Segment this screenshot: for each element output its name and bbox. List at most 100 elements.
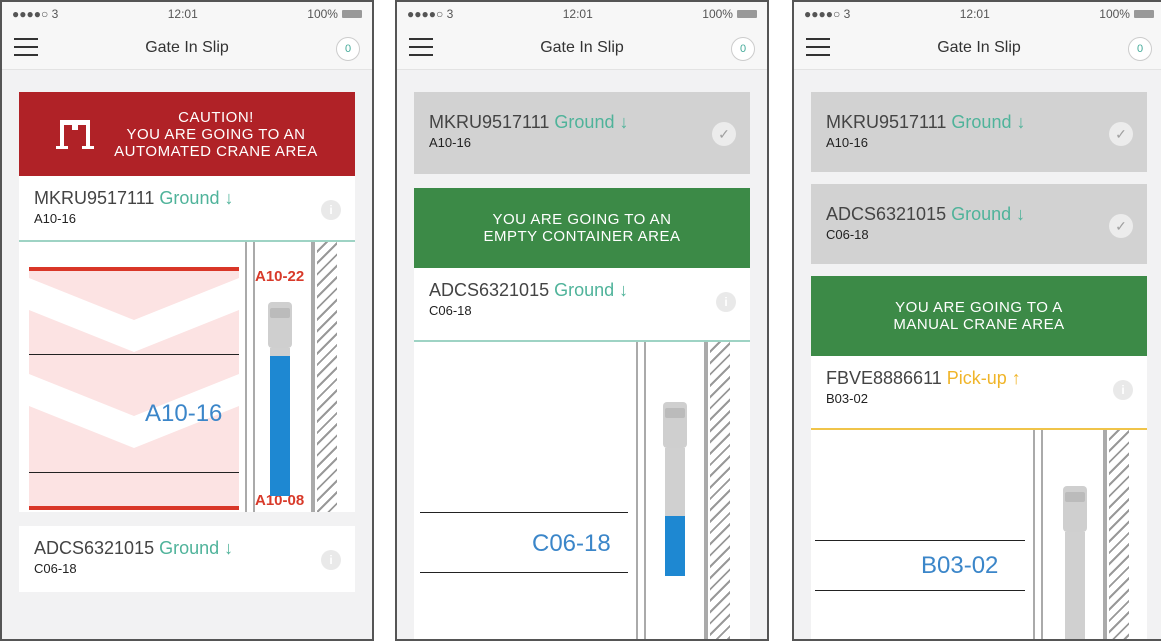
page-title: Gate In Slip xyxy=(145,38,229,56)
job-card-active[interactable]: MKRU9517111 Ground ↓ A10-16 i xyxy=(19,176,355,242)
move-type: Ground ↓ xyxy=(951,204,1026,224)
truck-icon xyxy=(663,402,687,448)
move-type: Ground ↓ xyxy=(951,112,1026,132)
row-divider xyxy=(29,354,239,355)
slot-location: A10-16 xyxy=(34,211,76,226)
row-divider xyxy=(815,590,1025,591)
count-badge[interactable]: 0 xyxy=(731,37,755,61)
banner-line: MANUAL CRANE AREA xyxy=(893,316,1065,333)
job-card-completed[interactable]: ADCS6321015 Ground ↓ C06-18 ✓ xyxy=(811,184,1147,264)
info-icon[interactable]: i xyxy=(321,550,341,570)
upper-bound-label: A10-22 xyxy=(255,268,305,285)
carrier-signal: ●●●●○ 3 xyxy=(407,7,454,21)
app-header: Gate In Slip 0 xyxy=(397,26,767,70)
yard-map: B03-02 xyxy=(811,430,1147,639)
app-header: Gate In Slip 0 xyxy=(2,26,372,70)
phone-screen-manual-crane: ●●●●○ 3 12:01 100% Gate In Slip 0 MKRU95… xyxy=(792,0,1161,641)
target-slot-label: C06-18 xyxy=(532,530,611,557)
target-slot-label: B03-02 xyxy=(921,552,999,579)
lane-edge xyxy=(636,342,646,639)
check-icon: ✓ xyxy=(1109,214,1133,238)
status-bar: ●●●●○ 3 12:01 100% xyxy=(397,2,767,26)
container-id: FBVE8886611 xyxy=(826,368,942,388)
hamburger-icon[interactable] xyxy=(806,38,830,56)
battery-icon xyxy=(1133,10,1154,18)
container-id: ADCS6321015 xyxy=(34,538,155,558)
info-icon[interactable]: i xyxy=(321,200,341,220)
caution-title: CAUTION! xyxy=(178,108,254,126)
row-divider xyxy=(29,472,239,473)
hatched-lane xyxy=(710,342,730,639)
lane-edge xyxy=(311,242,315,512)
container-id: ADCS6321015 xyxy=(826,204,947,224)
job-card-active[interactable]: ADCS6321015 Ground ↓ C06-18 i xyxy=(414,268,750,342)
battery: 100% xyxy=(1099,7,1154,21)
banner-line: EMPTY CONTAINER AREA xyxy=(483,228,681,245)
check-icon: ✓ xyxy=(1109,122,1133,146)
lane-edge xyxy=(245,242,255,512)
truck-icon xyxy=(268,302,292,348)
truck-hitch xyxy=(270,348,290,356)
yard-map: A10-16 A10-22 A10-08 xyxy=(19,242,355,512)
caution-banner: CAUTION! YOU ARE GOING TO AN AUTOMATED C… xyxy=(19,92,355,176)
container-on-truck xyxy=(270,356,290,496)
slot-location: A10-16 xyxy=(429,135,471,150)
container-id: MKRU9517111 xyxy=(429,112,550,132)
page-title: Gate In Slip xyxy=(937,38,1021,56)
count-badge[interactable]: 0 xyxy=(336,37,360,61)
clock: 12:01 xyxy=(562,7,593,21)
job-card-active[interactable]: FBVE8886611 Pick-up ↑ B03-02 i xyxy=(811,356,1147,430)
job-card-completed[interactable]: MKRU9517111 Ground ↓ A10-16 ✓ xyxy=(811,92,1147,172)
battery-percent: 100% xyxy=(702,7,733,21)
status-bar: ●●●●○ 3 12:01 100% xyxy=(2,2,372,26)
clock: 12:01 xyxy=(167,7,198,21)
clock: 12:01 xyxy=(959,7,990,21)
caution-line: YOU ARE GOING TO AN xyxy=(126,125,306,143)
carrier-signal: ●●●●○ 3 xyxy=(12,7,59,21)
crane-icon xyxy=(56,120,95,149)
container-on-truck xyxy=(665,516,685,576)
container-id: MKRU9517111 xyxy=(34,188,155,208)
info-icon[interactable]: i xyxy=(1113,380,1133,400)
battery-icon xyxy=(736,10,757,18)
hamburger-icon[interactable] xyxy=(14,38,38,56)
container-id: ADCS6321015 xyxy=(429,280,550,300)
hatched-lane xyxy=(1109,430,1129,639)
lane-edge xyxy=(704,342,708,639)
move-type: Pick-up ↑ xyxy=(946,368,1021,388)
lane-edge xyxy=(1033,430,1043,639)
caution-line: AUTOMATED CRANE AREA xyxy=(114,142,318,160)
truck-chassis xyxy=(1065,532,1085,639)
check-icon: ✓ xyxy=(712,122,736,146)
app-header: Gate In Slip 0 xyxy=(794,26,1161,70)
move-type: Ground ↓ xyxy=(159,188,234,208)
job-card-completed[interactable]: MKRU9517111 Ground ↓ A10-16 ✓ xyxy=(414,92,750,174)
hamburger-icon[interactable] xyxy=(409,38,433,56)
job-list: MKRU9517111 Ground ↓ A10-16 ✓ YOU ARE GO… xyxy=(414,92,750,639)
move-type: Ground ↓ xyxy=(554,280,629,300)
battery: 100% xyxy=(702,7,757,21)
phone-screen-automated-crane: ●●●●○ 3 12:01 100% Gate In Slip 0 CAUTIO… xyxy=(0,0,374,641)
banner-line: YOU ARE GOING TO A xyxy=(895,299,1063,316)
info-icon[interactable]: i xyxy=(716,292,736,312)
container-id: MKRU9517111 xyxy=(826,112,947,132)
truck-icon xyxy=(1063,486,1087,532)
slot-location: C06-18 xyxy=(34,561,77,576)
job-card-next[interactable]: ADCS6321015 Ground ↓ C06-18 i xyxy=(19,526,355,592)
move-type: Ground ↓ xyxy=(159,538,234,558)
phone-screen-empty-area: ●●●●○ 3 12:01 100% Gate In Slip 0 MKRU95… xyxy=(395,0,769,641)
row-divider xyxy=(420,572,628,573)
slot-location: B03-02 xyxy=(826,391,868,406)
slot-location: C06-18 xyxy=(429,303,472,318)
yard-map: C06-18 xyxy=(414,342,750,639)
carrier-signal: ●●●●○ 3 xyxy=(804,7,851,21)
banner-line: YOU ARE GOING TO AN xyxy=(492,211,672,228)
destination-banner: YOU ARE GOING TO AN EMPTY CONTAINER AREA xyxy=(414,188,750,268)
battery-percent: 100% xyxy=(307,7,338,21)
job-list: MKRU9517111 Ground ↓ A10-16 ✓ ADCS632101… xyxy=(811,92,1147,639)
page-title: Gate In Slip xyxy=(540,38,624,56)
truck-chassis xyxy=(665,448,685,516)
hatched-lane xyxy=(317,242,337,512)
status-bar: ●●●●○ 3 12:01 100% xyxy=(794,2,1161,26)
count-badge[interactable]: 0 xyxy=(1128,37,1152,61)
